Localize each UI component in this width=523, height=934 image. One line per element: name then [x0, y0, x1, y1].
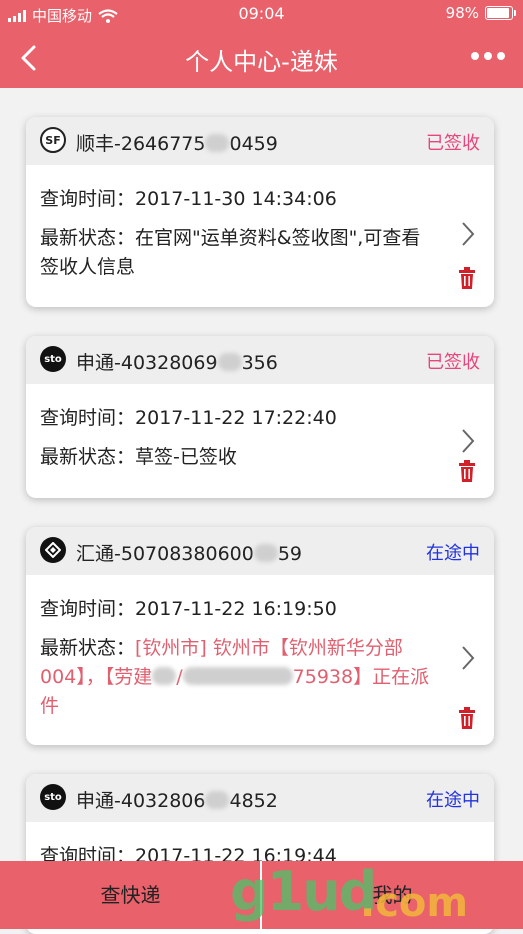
latest-status-label: 最新状态：: [40, 637, 136, 659]
trash-icon[interactable]: [458, 707, 476, 729]
more-options-icon[interactable]: [471, 52, 505, 60]
page-title: 个人中心-递妹: [185, 48, 338, 76]
masked-digits: [205, 791, 230, 809]
battery-icon: [485, 6, 516, 20]
chevron-right-icon[interactable]: [460, 428, 476, 454]
status-bar: 中国移动 09:04 98%: [0, 0, 523, 28]
status-badge: 已签收: [426, 133, 480, 154]
sf-express-logo-icon: SF: [40, 127, 66, 153]
battery-percent: 98%: [445, 4, 479, 22]
trash-icon[interactable]: [458, 460, 476, 482]
sto-express-logo-icon: sto: [40, 346, 66, 372]
express-card[interactable]: 汇通-50708380600 59 在途中 查询时间：2017-11-22 16:…: [26, 527, 494, 745]
query-time-value: 2017-11-22 16:19:50: [135, 598, 337, 620]
card-header: 汇通-50708380600 59 在途中: [26, 527, 494, 575]
latest-status-label: 最新状态：: [40, 446, 136, 468]
trash-icon[interactable]: [458, 267, 476, 289]
latest-status-label: 最新状态：: [40, 227, 136, 249]
tracking-number: 顺丰-2646775 0459: [76, 133, 278, 155]
express-card[interactable]: sto 申通-40328069 356 已签收 查询时间：2017-11-22 1…: [26, 336, 494, 498]
clock: 09:04: [238, 4, 285, 23]
best-express-logo-icon: [40, 537, 66, 563]
status-badge: 在途中: [426, 790, 480, 811]
tracking-number: 申通-40328069 356: [76, 352, 278, 374]
status-badge: 在途中: [426, 543, 480, 564]
masked-digits: [205, 134, 230, 152]
latest-status-value: 草签-已签收: [135, 446, 237, 468]
tracking-number: 申通-4032806 4852: [76, 790, 278, 812]
tracking-number: 汇通-50708380600 59: [76, 543, 303, 565]
query-time-value: 2017-11-22 17:22:40: [135, 407, 337, 429]
chevron-right-icon[interactable]: [460, 221, 476, 247]
card-header: SF 顺丰-2646775 0459 已签收: [26, 117, 494, 165]
query-time-label: 查询时间：: [40, 407, 136, 429]
card-header: sto 申通-4032806 4852 在途中: [26, 774, 494, 822]
status-badge: 已签收: [426, 352, 480, 373]
watermark-suffix: .com: [360, 880, 469, 926]
watermark-logo: g1ud: [230, 860, 377, 923]
masked-digits: [253, 544, 278, 562]
query-time-label: 查询时间：: [40, 188, 136, 210]
sto-express-logo-icon: sto: [40, 784, 66, 810]
masked-name: [152, 667, 177, 685]
query-time-value: 2017-11-30 14:34:06: [135, 188, 337, 210]
nav-bar: 个人中心-递妹: [0, 28, 523, 88]
tab-query-express[interactable]: 查快递: [0, 861, 261, 929]
card-header: sto 申通-40328069 356 已签收: [26, 336, 494, 384]
masked-digits: [217, 353, 242, 371]
chevron-right-icon[interactable]: [460, 645, 476, 671]
express-card[interactable]: SF 顺丰-2646775 0459 已签收 查询时间：2017-11-30 14…: [26, 117, 494, 307]
query-time-label: 查询时间：: [40, 598, 136, 620]
masked-phone: [182, 667, 293, 685]
